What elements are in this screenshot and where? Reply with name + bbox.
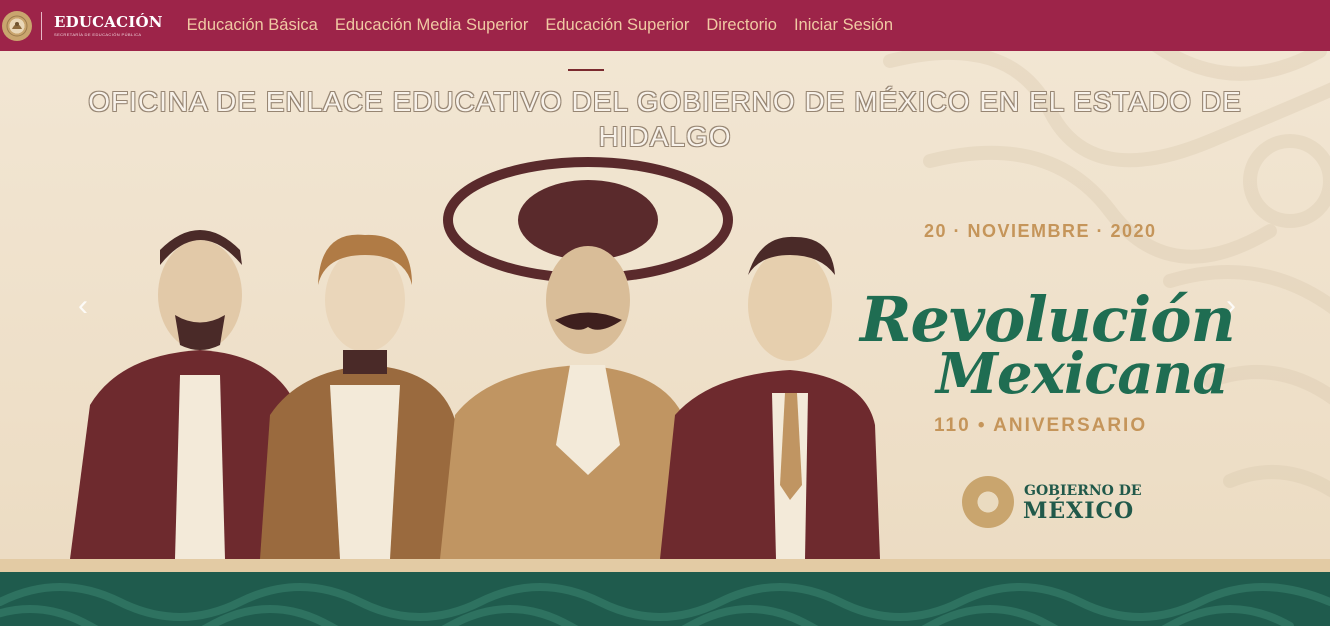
brand-divider xyxy=(41,11,42,40)
title-accent-line xyxy=(568,69,604,71)
revolution-figures-illustration xyxy=(70,157,880,559)
figure-2 xyxy=(260,234,460,559)
gov-logo-line-1: GOBIERNO DE xyxy=(1024,483,1142,499)
hero-carousel: OFICINA DE ENLACE EDUCATIVO DEL GOBIERNO… xyxy=(0,51,1330,559)
carousel-prev-icon[interactable]: ‹ xyxy=(78,289,88,323)
banner-anniversary: 110 • ANIVERSARIO xyxy=(934,415,1148,436)
top-navbar: EDUCACIÓN SECRETARÍA DE EDUCACIÓN PÚBLIC… xyxy=(0,0,1330,51)
nav-iniciar-sesion[interactable]: Iniciar Sesión xyxy=(794,16,893,35)
nav-educacion-superior[interactable]: Educación Superior xyxy=(545,16,689,35)
figure-4 xyxy=(660,236,880,559)
seal-icon[interactable] xyxy=(2,10,32,41)
main-nav: Educación Básica Educación Media Superio… xyxy=(187,16,910,35)
hero-title-line-1: OFICINA DE ENLACE EDUCATIVO DEL GOBIERNO… xyxy=(88,86,1242,117)
nav-directorio[interactable]: Directorio xyxy=(706,16,777,35)
brand-subtitle: SECRETARÍA DE EDUCACIÓN PÚBLICA xyxy=(54,31,142,37)
nav-educacion-media-superior[interactable]: Educación Media Superior xyxy=(335,16,529,35)
hero-title: OFICINA DE ENLACE EDUCATIVO DEL GOBIERNO… xyxy=(0,84,1330,154)
footer-pattern xyxy=(0,583,1330,626)
footer-pattern-band xyxy=(0,572,1330,626)
brand-title: EDUCACIÓN xyxy=(54,12,163,31)
hero-title-line-2: HIDALGO xyxy=(598,121,732,152)
gov-seal-icon xyxy=(962,476,1014,528)
separator-band xyxy=(0,559,1330,572)
gov-logo-line-2: MÉXICO xyxy=(1023,498,1135,524)
banner-headline-2: Mexicana xyxy=(936,341,1229,407)
nav-educacion-basica[interactable]: Educación Básica xyxy=(187,16,318,35)
brand-logo[interactable]: EDUCACIÓN SECRETARÍA DE EDUCACIÓN PÚBLIC… xyxy=(54,12,163,37)
banner-date: 20 · NOVIEMBRE · 2020 xyxy=(924,221,1157,241)
